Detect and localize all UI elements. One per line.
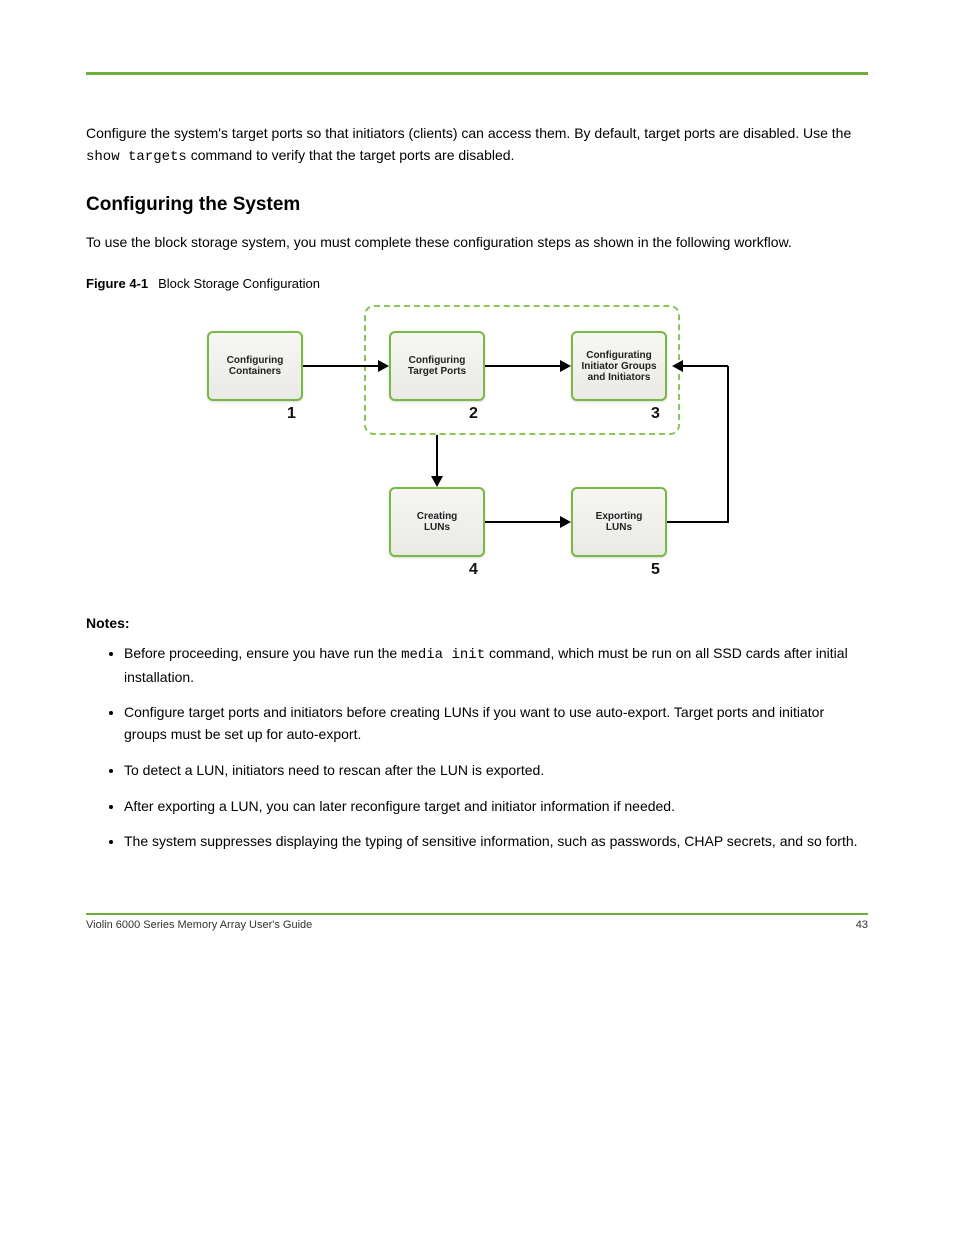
top-rule — [86, 72, 868, 75]
step-number-3: 3 — [651, 405, 660, 423]
arrow-group-4-line — [436, 435, 438, 477]
intro-p1-a: Configure the system's target ports so t… — [86, 125, 851, 141]
note-item-4: After exporting a LUN, you can later rec… — [124, 796, 868, 818]
intro-paragraph-1: Configure the system's target ports so t… — [86, 123, 868, 168]
note-item-1: Before proceeding, ensure you have run t… — [124, 643, 868, 688]
step-number-5: 5 — [651, 561, 660, 579]
arrow-2-3-head — [560, 360, 571, 372]
box5-label: Exporting LUNs — [596, 511, 643, 533]
note-item-2: Configure target ports and initiators be… — [124, 702, 868, 745]
section-heading: Configuring the System — [86, 194, 868, 216]
arrow-4-5-head — [560, 516, 571, 528]
notes-heading: Notes: — [86, 615, 868, 631]
notes-list: Before proceeding, ensure you have run t… — [86, 643, 868, 853]
box3-label: Configurating Initiator Groups and Initi… — [582, 350, 657, 383]
box-configuring-target-ports: Configuring Target Ports — [389, 331, 485, 401]
figure-label: Figure 4-1 Block Storage Configuration — [86, 276, 868, 291]
box-configuring-containers: Configuring Containers — [207, 331, 303, 401]
footer-page-number: 43 — [856, 919, 868, 931]
box4-label: Creating LUNs — [417, 511, 458, 533]
note-item-5: The system suppresses displaying the typ… — [124, 831, 868, 853]
note-item-3: To detect a LUN, initiators need to resc… — [124, 760, 868, 782]
intro-p1-b: command to verify that the target ports … — [187, 147, 515, 163]
figure-number: Figure 4-1 — [86, 276, 148, 291]
figure-title: Block Storage Configuration — [158, 276, 320, 291]
step-number-4: 4 — [469, 561, 478, 579]
box-creating-luns: Creating LUNs — [389, 487, 485, 557]
arrow-5-3-seg3 — [682, 365, 728, 367]
box-exporting-luns: Exporting LUNs — [571, 487, 667, 557]
step-number-1: 1 — [287, 405, 296, 423]
arrow-2-3-line — [485, 365, 561, 367]
page: Configure the system's target ports so t… — [0, 0, 954, 971]
code-media-init: media init — [401, 647, 485, 663]
step-number-2: 2 — [469, 405, 478, 423]
box1-label: Configuring Containers — [227, 355, 284, 377]
arrow-5-3-seg1 — [667, 521, 729, 523]
footer-title: Violin 6000 Series Memory Array User's G… — [86, 919, 312, 931]
arrow-4-5-line — [485, 521, 561, 523]
arrow-1-2-head — [378, 360, 389, 372]
arrow-5-3-seg2 — [727, 366, 729, 523]
workflow-diagram: Configuring Containers Configuring Targe… — [189, 297, 765, 587]
box2-label: Configuring Target Ports — [408, 355, 466, 377]
arrow-5-3-head — [672, 360, 683, 372]
note1-a: Before proceeding, ensure you have run t… — [124, 645, 401, 661]
box-configuring-initiator-groups: Configurating Initiator Groups and Initi… — [571, 331, 667, 401]
arrow-1-2-line — [303, 365, 379, 367]
diagram-container: Configuring Containers Configuring Targe… — [86, 297, 868, 587]
intro-paragraph-2: To use the block storage system, you mus… — [86, 232, 868, 254]
arrow-group-4-head — [431, 476, 443, 487]
code-show-targets: show targets — [86, 149, 187, 165]
footer: Violin 6000 Series Memory Array User's G… — [86, 915, 868, 931]
